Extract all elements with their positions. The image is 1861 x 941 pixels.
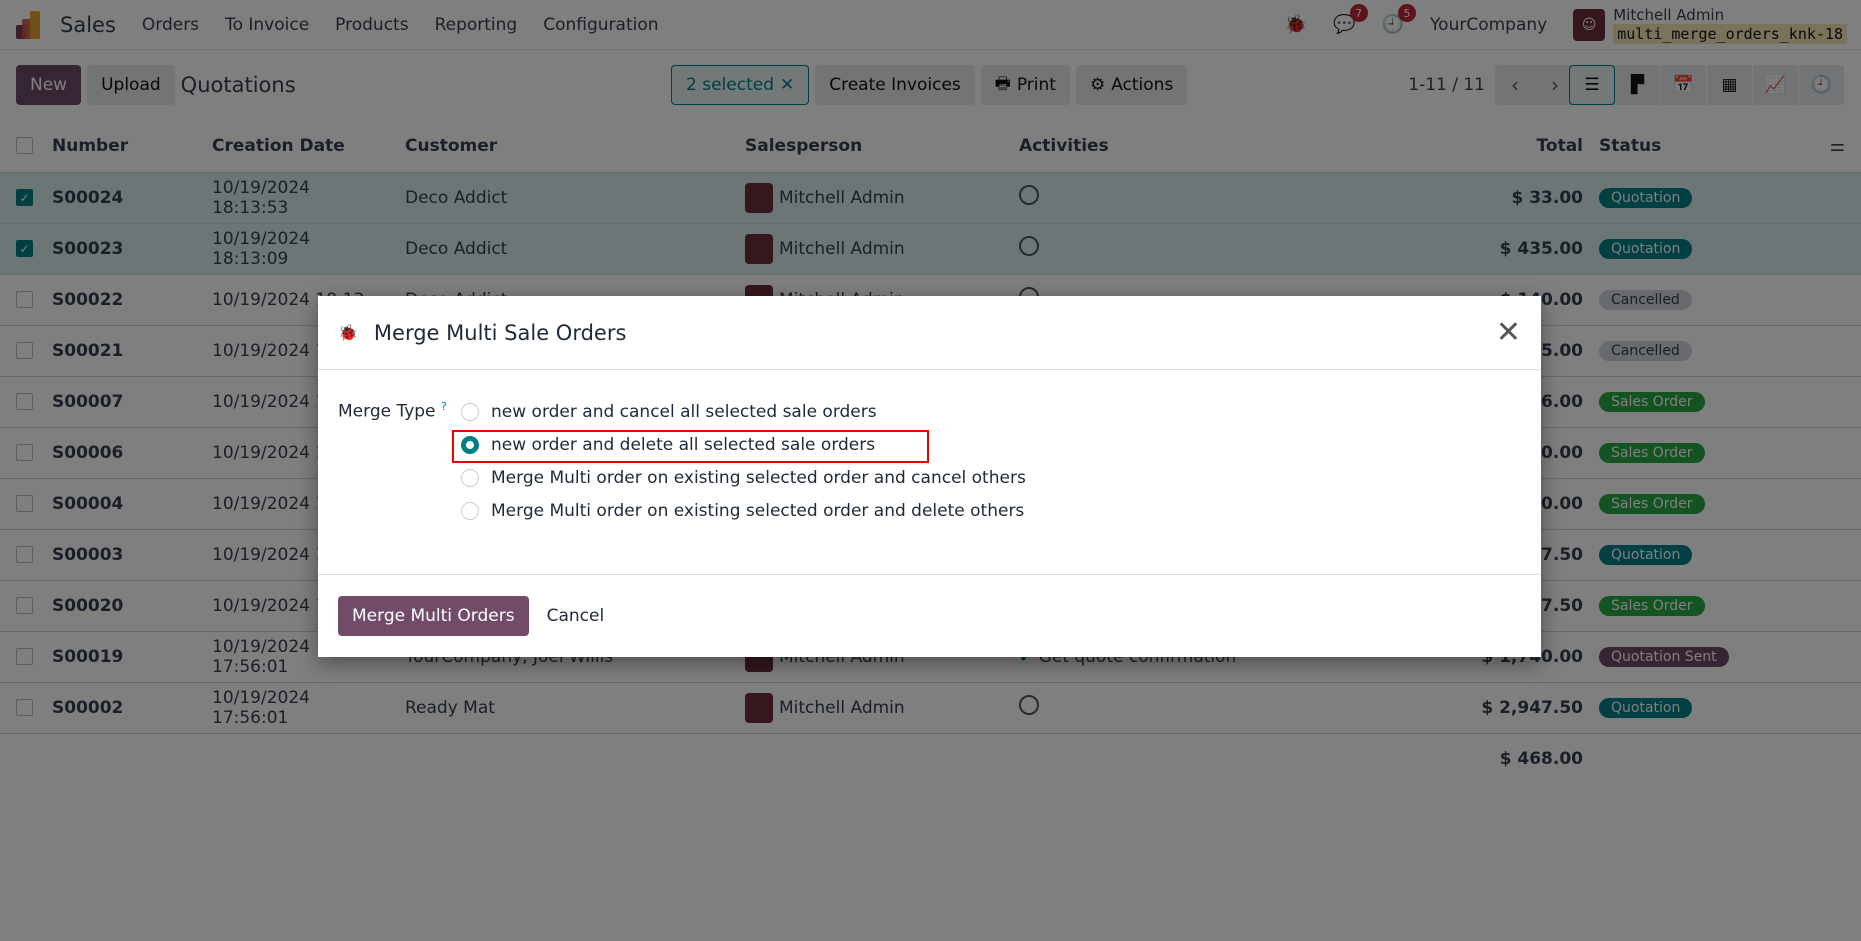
merge-type-radio-group: new order and cancel all selected sale o… — [452, 400, 1026, 544]
merge-multi-orders-button[interactable]: Merge Multi Orders — [338, 596, 529, 636]
merge-type-label: Merge Type ? — [338, 400, 447, 422]
radio[interactable] — [461, 468, 479, 487]
merge-dialog: 🐞 Merge Multi Sale Orders ✕ Merge Type ?… — [318, 296, 1541, 657]
close-icon[interactable]: ✕ — [1496, 315, 1521, 350]
merge-option-existing-cancel[interactable]: Merge Multi order on existing selected o… — [461, 466, 1026, 489]
cancel-button[interactable]: Cancel — [547, 606, 605, 626]
merge-option-new-cancel[interactable]: new order and cancel all selected sale o… — [461, 400, 1026, 423]
radio[interactable] — [461, 402, 479, 421]
highlight-box — [452, 430, 929, 463]
merge-option-existing-delete[interactable]: Merge Multi order on existing selected o… — [461, 499, 1026, 522]
debug-bug-icon: 🐞 — [338, 323, 358, 342]
help-tooltip-icon[interactable]: ? — [441, 400, 447, 413]
dialog-title: Merge Multi Sale Orders — [373, 320, 627, 345]
radio[interactable] — [461, 501, 479, 520]
